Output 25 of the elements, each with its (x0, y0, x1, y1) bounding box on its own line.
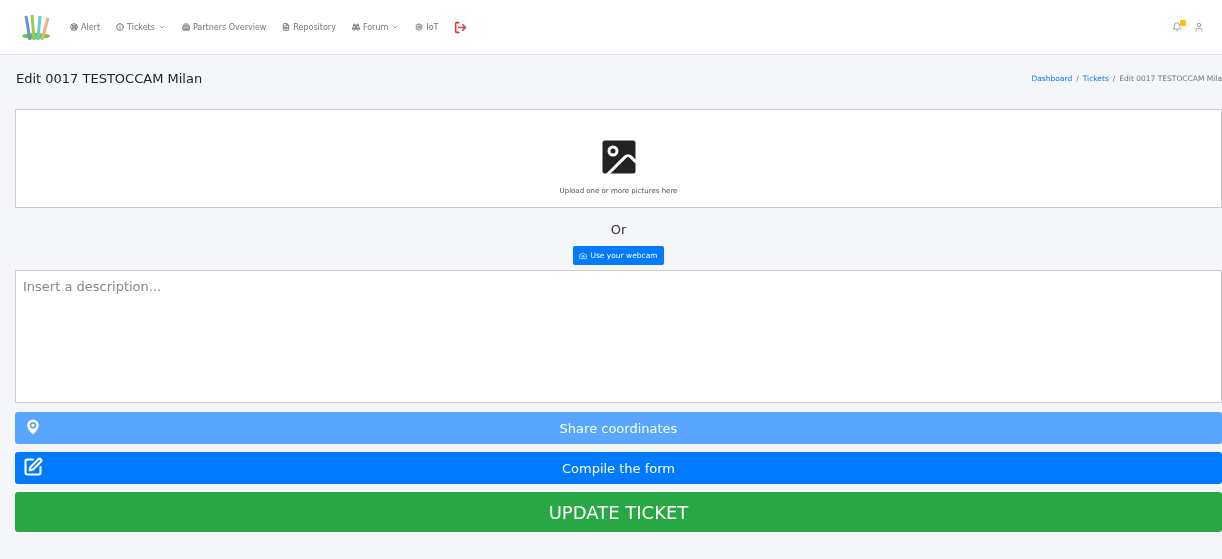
bell-icon[interactable] (1172, 22, 1182, 32)
camera-icon (579, 251, 588, 260)
gear-icon (415, 23, 424, 31)
compile-form-button[interactable]: Compile the form (15, 452, 1222, 484)
nav-link[interactable]: Repository (282, 22, 336, 32)
building-icon (181, 23, 190, 31)
info-icon (116, 23, 125, 31)
user-icon[interactable] (1194, 22, 1204, 32)
caret-icon (157, 23, 166, 31)
binoculars-icon (351, 23, 360, 31)
lifebuoy-icon (70, 23, 78, 31)
nav-link[interactable]: Forum (351, 22, 400, 32)
logout-icon[interactable] (454, 20, 468, 34)
nav-link[interactable]: IoT (415, 22, 439, 32)
or-text: Or (609, 222, 628, 237)
document-icon (282, 23, 291, 31)
page-title: Edit 0017 TESTOCCAM Milan (16, 70, 203, 86)
edit-icon (23, 457, 43, 477)
nav-link[interactable]: Tickets (116, 22, 166, 32)
update-ticket-button[interactable]: UPDATE TICKET (15, 492, 1222, 532)
caret-icon (391, 23, 400, 31)
description-field[interactable]: Insert a description... (15, 270, 1222, 403)
nav-link[interactable]: Alert (70, 22, 101, 32)
nav-link[interactable]: Partners Overview (181, 22, 267, 32)
share-coordinates-button[interactable]: Share coordinates (15, 412, 1222, 444)
